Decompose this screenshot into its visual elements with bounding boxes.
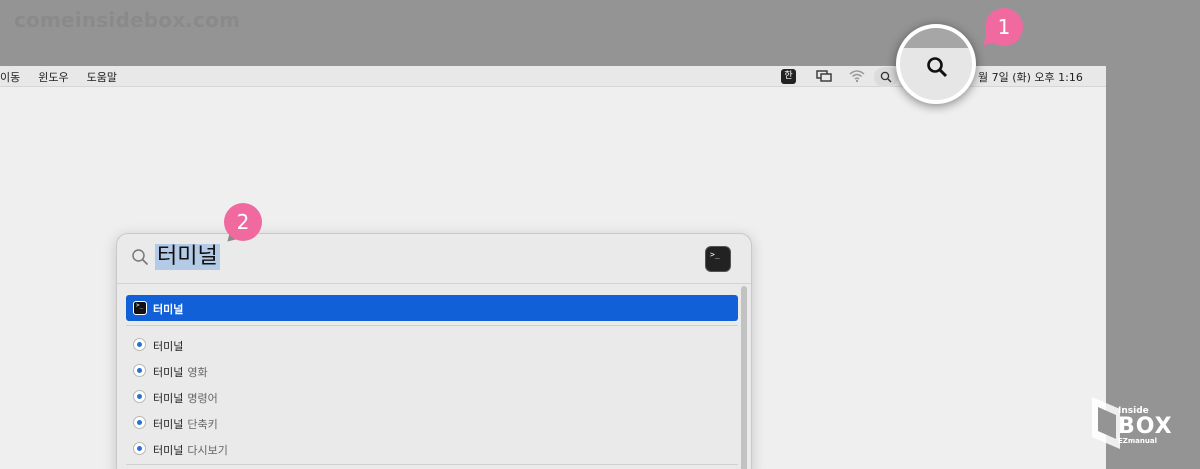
suggestion-query: 터미널 (153, 366, 184, 379)
input-source-indicator[interactable]: 한 (781, 69, 796, 84)
spotlight-search-row: 터미널 >_ (117, 234, 751, 284)
suggestion-item[interactable]: 터미널 명령어 (126, 384, 738, 410)
menu-item-help[interactable]: 도움말 (87, 69, 117, 85)
suggestion-label: 터미널 영화 (153, 364, 208, 380)
menu-bar-left: 이동 윈도우 도움말 (0, 69, 117, 85)
suggestion-item[interactable]: 터미널 다시보기 (126, 436, 738, 462)
logo-wordmark: Inside BOX EZmanual (1118, 407, 1173, 445)
result-top-hit-label: 터미널 (153, 303, 184, 316)
suggestion-label: 터미널 다시보기 (153, 442, 228, 458)
step-badge-1: 1 (985, 8, 1023, 46)
suggestion-label: 터미널 명령어 (153, 390, 218, 406)
spotlight-results: >_ 터미널 터미널 터미널 영화 터미널 명령어 터미널 단축키 터미널 다시보기 (126, 295, 738, 465)
safari-icon (133, 338, 146, 351)
suggestion-label: 터미널 (153, 338, 187, 354)
terminal-app-icon: >_ (705, 246, 731, 272)
terminal-icon: >_ (133, 301, 147, 315)
insidebox-logo: Inside BOX EZmanual (1090, 393, 1182, 455)
suggestion-item[interactable]: 터미널 (126, 332, 738, 358)
safari-icon (133, 442, 146, 455)
menu-item-window[interactable]: 윈도우 (38, 69, 68, 85)
suggestion-suffix: 다시보기 (187, 444, 228, 457)
menu-item-go[interactable]: 이동 (0, 69, 20, 85)
spotlight-window: 터미널 >_ >_ 터미널 터미널 터미널 영화 터미널 명령어 터미널 단축키 터 (116, 233, 752, 469)
wifi-icon[interactable] (849, 69, 865, 83)
search-icon (927, 57, 948, 78)
result-divider (126, 464, 738, 465)
site-watermark: comeinsidebox.com (14, 8, 241, 32)
results-scrollbar[interactable] (741, 286, 747, 469)
callout-band (900, 28, 972, 48)
screen-mirroring-icon[interactable] (816, 70, 832, 82)
result-top-hit[interactable]: >_ 터미널 (126, 295, 738, 321)
suggestion-item[interactable]: 터미널 영화 (126, 358, 738, 384)
spotlight-icon-callout[interactable] (896, 24, 976, 104)
safari-icon (133, 416, 146, 429)
suggestion-label: 터미널 단축키 (153, 416, 218, 432)
suggestion-query: 터미널 (153, 392, 184, 405)
suggestion-query: 터미널 (153, 340, 184, 353)
suggestion-suffix: 명령어 (187, 392, 218, 405)
logo-line-3: EZmanual (1118, 437, 1157, 445)
safari-icon (133, 364, 146, 377)
terminal-prompt-glyph: >_ (136, 302, 144, 309)
result-divider (126, 325, 738, 326)
logo-line-2: BOX (1118, 414, 1173, 439)
step-badge-2: 2 (224, 203, 262, 241)
menubar-clock[interactable]: 월 7일 (화) 오후 1:16 (978, 69, 1083, 85)
suggestion-suffix: 단축키 (187, 418, 218, 431)
suggestion-suffix: 영화 (187, 366, 208, 379)
suggestion-query: 터미널 (153, 444, 184, 457)
search-icon (880, 71, 892, 83)
safari-icon (133, 390, 146, 403)
suggestion-query: 터미널 (153, 418, 184, 431)
menubar-spotlight-button[interactable] (874, 67, 898, 87)
terminal-prompt-glyph: >_ (710, 250, 720, 259)
spotlight-search-input[interactable]: 터미널 (155, 244, 220, 270)
suggestion-item[interactable]: 터미널 단축키 (126, 410, 738, 436)
search-icon (132, 249, 149, 266)
